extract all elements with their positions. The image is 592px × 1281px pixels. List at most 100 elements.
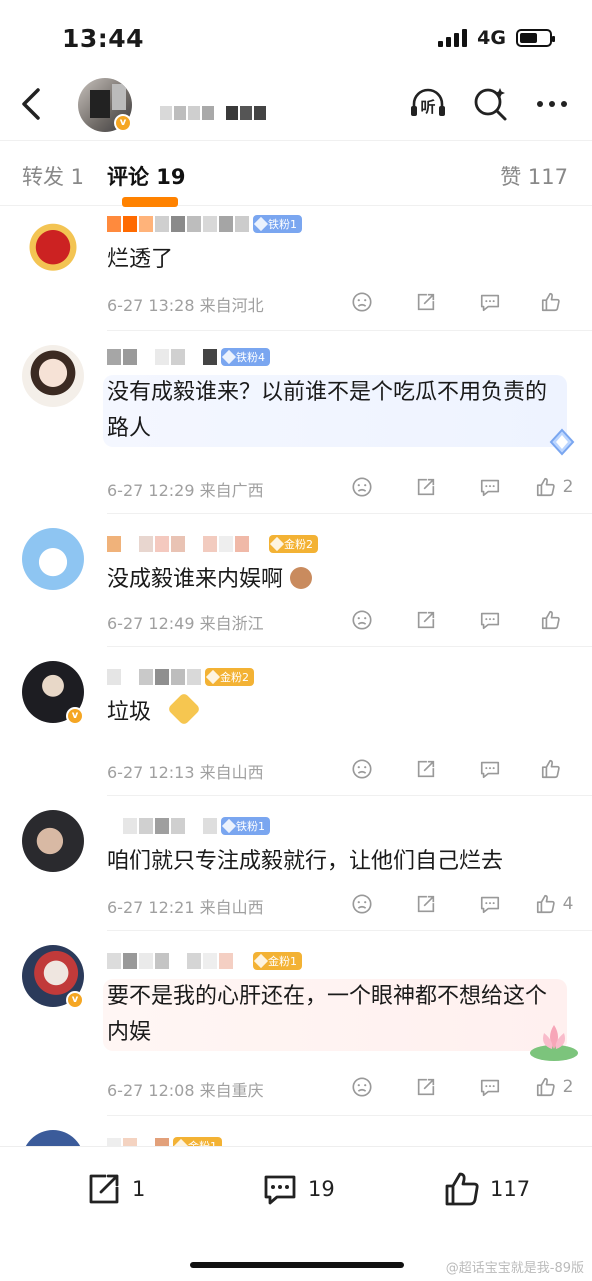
commenter-name[interactable]: 铁粉1 — [107, 212, 574, 236]
thumbs-up-icon — [536, 1077, 555, 1097]
share-button[interactable] — [394, 890, 458, 918]
status-indicators: 4G — [438, 27, 555, 49]
comment-icon — [480, 612, 500, 630]
reply-button[interactable] — [458, 1073, 522, 1101]
thumbs-up-icon — [541, 610, 560, 630]
thumbs-up-icon — [536, 477, 555, 497]
melon-emoji-icon — [290, 567, 313, 589]
comment-item: 金粉2 没成毅谁来内娱啊 6-27 12:49 来自浙江 — [0, 514, 592, 646]
comment-text: 没成毅谁来内娱啊 — [107, 562, 574, 598]
tab-comments[interactable]: 评论 19 — [107, 161, 186, 191]
commenter-avatar[interactable] — [22, 345, 84, 407]
reply-button[interactable] — [458, 288, 522, 316]
comment-item: 铁粉1 烂透了 6-27 13:28 来自河北 — [0, 206, 592, 330]
tab-repost[interactable]: 转发 1 — [22, 161, 84, 191]
like-button[interactable] — [522, 755, 586, 783]
listen-icon[interactable]: 听 — [408, 84, 448, 124]
post-tabs: 转发 1 评论 19 赞 117 — [0, 140, 592, 207]
frown-icon — [352, 292, 372, 312]
comment-text: 要不是我的心肝还在，一个眼神都不想给这个内娱 — [103, 979, 567, 1051]
comment-text: 垃圾 — [107, 692, 574, 731]
commenter-name[interactable]: 金粉2 — [107, 532, 574, 556]
share-button[interactable] — [394, 755, 458, 783]
thumbs-up-icon — [445, 1172, 479, 1206]
share-button[interactable] — [394, 473, 458, 501]
dislike-button[interactable] — [330, 755, 394, 783]
thumbs-up-icon — [541, 292, 560, 312]
more-icon[interactable] — [532, 84, 572, 124]
frown-icon — [352, 759, 372, 779]
signal-icon — [438, 29, 468, 47]
verified-icon: v — [66, 991, 84, 1009]
comment-meta: 6-27 12:08 来自重庆 — [107, 1081, 264, 1100]
commenter-name[interactable]: 铁粉1 — [107, 814, 574, 838]
like-button[interactable]: 2 — [522, 473, 586, 501]
dislike-button[interactable] — [330, 473, 394, 501]
back-icon[interactable] — [16, 86, 46, 122]
like-button[interactable] — [522, 288, 586, 316]
author-name-redacted — [160, 106, 266, 120]
tab-likes[interactable]: 赞 117 — [500, 161, 568, 191]
like-count-total: 117 — [490, 1177, 531, 1201]
battery-icon — [516, 29, 555, 47]
commenter-avatar[interactable] — [22, 210, 84, 272]
verified-icon: v — [114, 114, 132, 132]
comment-button[interactable]: 19 — [260, 1169, 335, 1209]
commenter-avatar[interactable] — [22, 528, 84, 590]
frown-icon — [352, 1077, 372, 1097]
comment-meta: 6-27 12:29 来自广西 — [107, 481, 264, 500]
fan-badge: 金粉2 — [269, 535, 318, 553]
dislike-button[interactable] — [330, 1073, 394, 1101]
share-icon — [417, 611, 435, 629]
lotus-sticker-icon — [530, 1025, 578, 1061]
comment-text: 烂透了 — [107, 247, 174, 272]
share-button[interactable] — [394, 606, 458, 634]
search-icon[interactable] — [470, 84, 510, 124]
reply-button[interactable] — [458, 890, 522, 918]
frown-icon — [352, 894, 372, 914]
share-button[interactable] — [394, 288, 458, 316]
status-bar: 13:44 4G — [0, 0, 592, 70]
thumbs-up-icon — [536, 894, 555, 914]
comment-icon — [480, 294, 500, 312]
comment-meta: 6-27 12:13 来自山西 — [107, 763, 264, 782]
like-button[interactable] — [522, 606, 586, 634]
watermark: @超话宝宝就是我-89版 — [445, 1261, 584, 1276]
share-button[interactable] — [394, 1073, 458, 1101]
comment-icon — [480, 1079, 500, 1097]
reply-button[interactable] — [458, 755, 522, 783]
commenter-name[interactable]: 金粉2 — [107, 665, 574, 689]
share-icon — [417, 478, 435, 496]
reply-button[interactable] — [458, 606, 522, 634]
commenter-avatar[interactable] — [22, 1130, 84, 1146]
reply-button[interactable] — [458, 473, 522, 501]
dislike-button[interactable] — [330, 890, 394, 918]
like-post-button[interactable]: 117 — [442, 1169, 530, 1209]
fan-badge: 金粉2 — [205, 668, 254, 686]
like-button[interactable]: 2 — [522, 1073, 586, 1101]
commenter-name[interactable]: 铁粉4 — [107, 345, 574, 369]
frown-icon — [352, 610, 372, 630]
share-icon — [417, 895, 435, 913]
commenter-name[interactable]: 金粉1 — [107, 1134, 574, 1146]
comment-icon — [480, 761, 500, 779]
bottom-action-bar: 1 19 117 @超话宝宝就是我-89版 — [0, 1146, 592, 1281]
comment-meta: 6-27 12:21 来自山西 — [107, 898, 264, 917]
like-button[interactable]: 4 — [522, 890, 586, 918]
comment-item: v 金粉1 要不是我的心肝还在，一个眼神都不想给这个内娱 6-27 12:08 … — [0, 931, 592, 1115]
dislike-button[interactable] — [330, 606, 394, 634]
like-count: 4 — [562, 894, 574, 914]
home-indicator[interactable] — [190, 1262, 404, 1268]
comment-icon — [480, 896, 500, 914]
repost-button[interactable]: 1 — [84, 1169, 145, 1209]
commenter-avatar[interactable] — [22, 810, 84, 872]
dislike-button[interactable] — [330, 288, 394, 316]
commenter-name[interactable]: 金粉1 — [107, 949, 574, 973]
fan-badge: 铁粉4 — [221, 348, 270, 366]
gold-sticker-icon — [167, 692, 201, 726]
fan-badge: 铁粉1 — [253, 215, 302, 233]
frown-icon — [352, 477, 372, 497]
comment-item: 铁粉4 没有成毅谁来？以前谁不是个吃瓜不用负责的路人 6-27 12:29 来自… — [0, 331, 592, 513]
comment-meta: 6-27 12:49 来自浙江 — [107, 614, 264, 633]
svg-text:听: 听 — [420, 98, 435, 116]
